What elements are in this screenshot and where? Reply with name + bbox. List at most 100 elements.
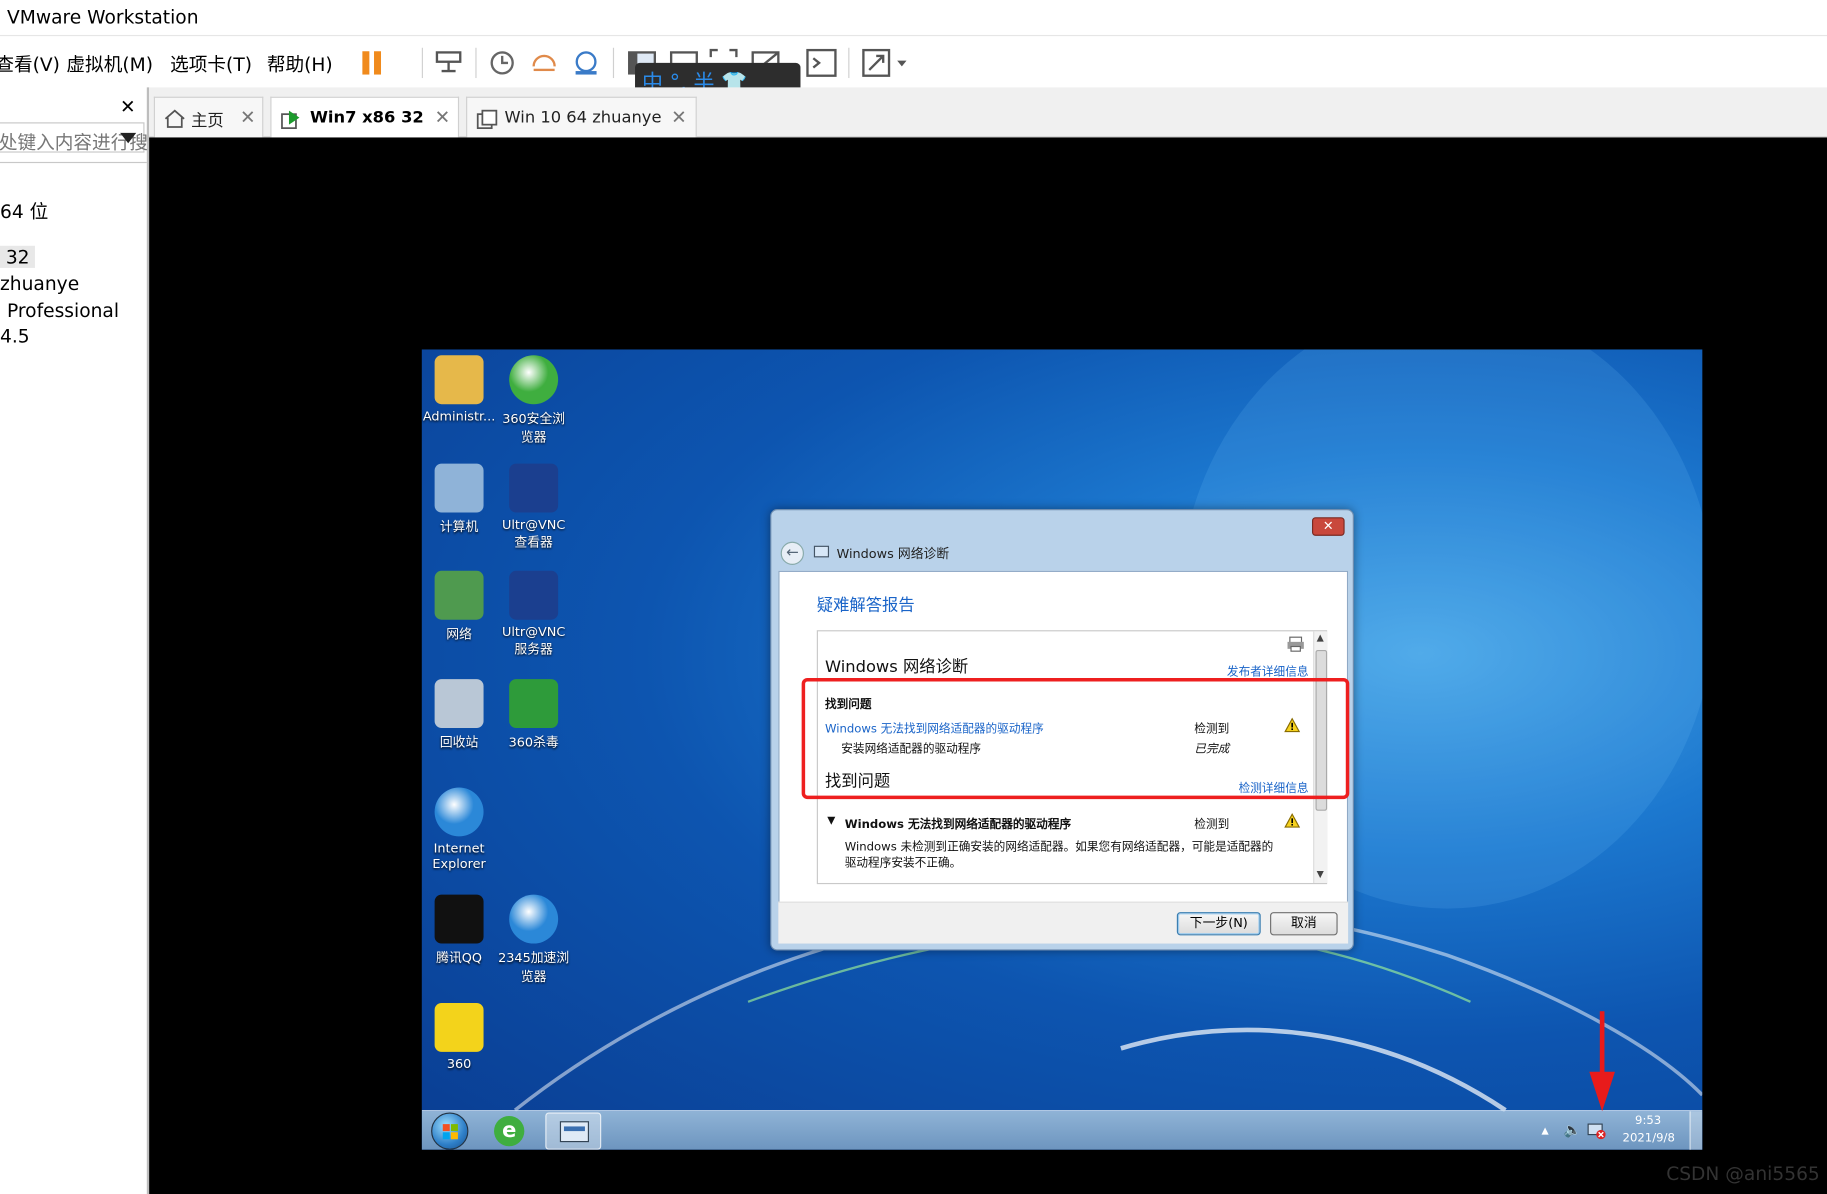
app-360-icon (434, 1002, 484, 1052)
desktop-icon[interactable]: 网络 (422, 570, 497, 643)
desktop-icon-label: 腾讯QQ (436, 950, 482, 966)
library-item[interactable]: Professional (7, 299, 119, 321)
send-ctrl-alt-del-icon[interactable] (431, 45, 466, 80)
close-library-icon[interactable]: ✕ (120, 96, 136, 118)
desktop-icon[interactable]: Internet Explorer (422, 787, 497, 871)
browser-2345-icon (509, 894, 559, 944)
back-arrow-icon[interactable]: ← (780, 541, 804, 565)
next-button[interactable]: 下一步(N) (1176, 912, 1261, 936)
cancel-button[interactable]: 取消 (1270, 912, 1338, 936)
menu-view[interactable]: 查看(V) (0, 49, 60, 77)
desktop-icon[interactable]: 360安全浏览器 (496, 355, 571, 446)
user-folder-icon (434, 355, 484, 405)
tab-win7[interactable]: Win7 x86 32 ✕ (270, 96, 460, 138)
dialog-close-icon[interactable]: ✕ (1311, 517, 1345, 536)
tab-label: Win 10 64 zhuanye (504, 108, 662, 127)
snapshot-manager-icon[interactable] (569, 45, 604, 80)
desktop-icon-label: 计算机 (439, 519, 479, 535)
desktop-icon-label: 2345加速浏览器 (498, 950, 570, 985)
show-desktop-button[interactable] (1689, 1111, 1703, 1150)
desktop-icon-label: 360杀毒 (508, 735, 559, 751)
tab-label: Win7 x86 32 (309, 108, 424, 127)
menu-vm[interactable]: 虚拟机(M) (66, 49, 153, 77)
revert-snapshot-icon[interactable] (527, 45, 562, 80)
desktop-icon-label: 360安全浏览器 (502, 411, 566, 445)
tray-date: 2021/9/8 (1622, 1132, 1675, 1146)
desktop-icon[interactable]: Ultr@VNC查看器 (496, 463, 571, 551)
tray-expand-icon[interactable]: ▲ (1542, 1125, 1549, 1135)
vnc-viewer-icon (509, 463, 559, 513)
screen: VMware Workstation 查看(V) 虚拟机(M) 选项卡(T) 帮… (0, 0, 1827, 1194)
tray-time: 9:53 (1635, 1114, 1662, 1128)
menu-bar: 查看(V) 虚拟机(M) 选项卡(T) 帮助(H) (0, 34, 1827, 88)
highlight-box (801, 677, 1350, 800)
library-item[interactable]: 4.5 (0, 325, 30, 347)
library-item[interactable]: zhuanye (0, 273, 79, 295)
tab-bar: 主页 ✕ Win7 x86 32 ✕ Win 10 64 zhuanye ✕ (149, 87, 1827, 138)
vm-running-icon (281, 110, 300, 130)
title-bar: VMware Workstation (0, 0, 1827, 35)
watermark: CSDN @ani5565 (1666, 1162, 1820, 1185)
stretch-icon[interactable] (860, 45, 907, 80)
desktop-icon[interactable]: Administr... (422, 355, 497, 424)
library-item-selected[interactable]: 32 (0, 245, 36, 268)
network-error-tray-icon[interactable] (1587, 1123, 1606, 1140)
publisher-details-link[interactable]: 发布者详细信息 (1227, 662, 1309, 679)
desktop-icon-label: 回收站 (439, 735, 479, 751)
vnc-server-icon (509, 570, 559, 620)
menu-tabs[interactable]: 选项卡(T) (170, 49, 252, 77)
window-title: VMware Workstation (6, 5, 199, 28)
volume-icon[interactable]: 🔈 (1564, 1122, 1581, 1138)
pause-icon[interactable] (357, 45, 401, 80)
close-tab-icon[interactable]: ✕ (671, 106, 687, 128)
dialog-heading: 疑难解答报告 (816, 596, 915, 616)
library-item[interactable]: 64 位 (0, 196, 48, 224)
recycle-bin-icon (434, 679, 484, 729)
desktop-icon-label: 网络 (446, 626, 472, 642)
taskbar-360-browser-icon[interactable]: e (494, 1115, 525, 1147)
detail-title: Windows 无法找到网络适配器的驱动程序 (844, 818, 1072, 832)
desktop-icon[interactable]: 360杀毒 (496, 679, 571, 751)
desktop-icon[interactable]: 计算机 (422, 463, 497, 536)
warning-icon (1284, 813, 1301, 828)
network-diag-icon (813, 545, 830, 558)
antivirus-360-icon (509, 679, 559, 729)
report-title: Windows 网络诊断 (824, 658, 969, 677)
start-orb-icon[interactable] (431, 1112, 469, 1150)
snapshot-icon[interactable] (485, 45, 520, 80)
desktop-icon[interactable]: 腾讯QQ (422, 894, 497, 967)
guest-taskbar: e ▲ 🔈 9:53 2021/9/8 (421, 1110, 1703, 1150)
close-tab-icon[interactable]: ✕ (435, 106, 451, 128)
taskbar-network-diag-button[interactable] (545, 1112, 602, 1150)
ie-icon (434, 787, 484, 837)
tab-label: 主页 (191, 111, 224, 131)
desktop-icon[interactable]: 回收站 (422, 679, 497, 751)
detail-description: Windows 未检测到正确安装的网络适配器。如果您有网络适配器，可能是适配器的… (844, 841, 1274, 871)
print-icon[interactable] (1286, 636, 1305, 652)
library-pane: ✕ 在此处键入内容进行搜索 64 位 32 zhuanye Profession… (0, 87, 167, 1194)
desktop-icon-label: Internet Explorer (432, 841, 486, 872)
desktop-icon[interactable]: Ultr@VNC服务器 (496, 570, 571, 658)
desktop-icon-label: Ultr@VNC服务器 (501, 624, 566, 657)
tab-home[interactable]: 主页 ✕ (153, 96, 264, 138)
close-tab-icon[interactable]: ✕ (240, 106, 256, 128)
collapse-triangle-icon[interactable]: ▼ (827, 815, 835, 827)
desktop-icon-label: Ultr@VNC查看器 (501, 517, 566, 550)
tab-win10[interactable]: Win 10 64 zhuanye ✕ (466, 96, 697, 138)
library-search-input[interactable]: 在此处键入内容进行搜索 (0, 122, 167, 154)
desktop-icon[interactable]: 360 (422, 1002, 497, 1072)
browser-360-icon (509, 355, 559, 405)
desktop-icon-label: 360 (446, 1056, 472, 1072)
dropdown-chevron-icon[interactable] (120, 132, 137, 145)
detail-status: 检测到 (1194, 818, 1230, 832)
desktop-icon-label: Administr... (422, 408, 496, 425)
network-icon (434, 570, 484, 620)
home-icon (164, 109, 185, 128)
menu-help[interactable]: 帮助(H) (267, 49, 333, 77)
red-arrow-annotation (1589, 1011, 1615, 1112)
dialog-title: Windows 网络诊断 (836, 546, 950, 562)
console-view-icon[interactable] (804, 45, 839, 80)
qq-icon (434, 894, 484, 944)
search-placeholder: 在此处键入内容进行搜索 (0, 131, 167, 154)
desktop-icon[interactable]: 2345加速浏览器 (496, 894, 571, 986)
